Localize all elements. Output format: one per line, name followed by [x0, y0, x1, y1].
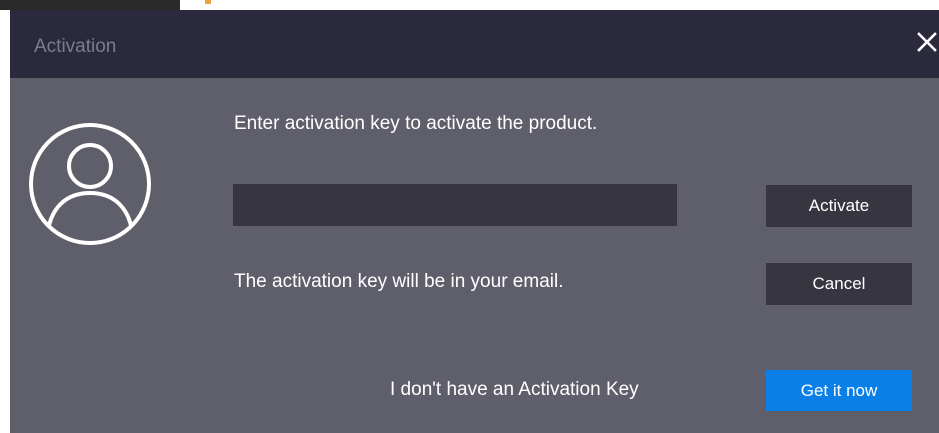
- user-avatar-icon: [27, 121, 153, 247]
- dialog-title: Activation: [34, 36, 117, 57]
- activation-key-input[interactable]: [233, 184, 677, 226]
- activate-button[interactable]: Activate: [766, 185, 912, 227]
- email-hint-text: The activation key will be in your email…: [234, 271, 564, 292]
- background-window-edge: [0, 0, 180, 10]
- get-it-now-button[interactable]: Get it now: [766, 370, 912, 411]
- no-key-text: I don't have an Activation Key: [390, 379, 639, 400]
- activation-prompt: Enter activation key to activate the pro…: [234, 113, 598, 134]
- background-strip: [0, 0, 939, 10]
- activation-dialog: Activation Enter activation key to activ…: [10, 10, 939, 433]
- cancel-button[interactable]: Cancel: [766, 263, 912, 305]
- background-accent: [205, 0, 211, 4]
- dialog-titlebar: Activation: [10, 10, 939, 78]
- close-icon[interactable]: [915, 28, 939, 56]
